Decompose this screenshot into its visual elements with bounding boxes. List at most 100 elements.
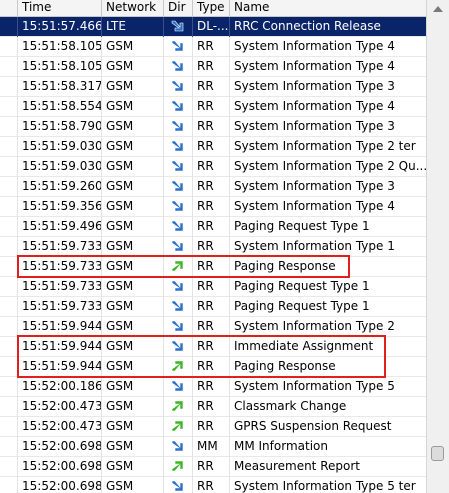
table-row[interactable]: 15:51:59.030 GSM RR System Information Type… (0, 157, 426, 177)
cell-name: System Information Type 1 (234, 239, 395, 253)
cell-type: RR (193, 377, 230, 397)
table-row[interactable]: 15:51:58.317 GSM RR System Information Type… (0, 77, 426, 97)
scroll-up-arrow-icon[interactable] (432, 4, 444, 14)
downlink-arrow-icon (171, 340, 184, 351)
table-row[interactable]: 15:51:59.733 GSM RR System Information Type… (0, 237, 426, 257)
cell-time: 15:51:59.030 (18, 157, 102, 177)
column-header-name[interactable]: Name (230, 0, 426, 16)
cell-network: GSM (102, 117, 164, 137)
cell-network: GSM (102, 277, 164, 297)
row-gutter (0, 297, 18, 317)
cell-name: Paging Response (234, 259, 336, 273)
table-row[interactable]: 15:51:59.030 GSM RR System Information Type… (0, 137, 426, 157)
column-header-type[interactable]: Type (193, 0, 230, 16)
table-row[interactable]: 15:52:00.186 GSM RR System Information Type… (0, 377, 426, 397)
cell-type: RR (193, 317, 230, 337)
table-row[interactable]: 15:51:59.944 GSM RR Immediate Assignment (0, 337, 426, 357)
table-row[interactable]: 15:51:58.554 GSM RR System Information Type… (0, 97, 426, 117)
cell-time: 15:51:59.944 (18, 357, 102, 377)
cell-dir (164, 77, 193, 97)
column-header-dir[interactable]: Dir (164, 0, 193, 16)
cell-name: Paging Response (234, 359, 336, 373)
row-gutter (0, 477, 18, 493)
cell-dir (164, 17, 193, 37)
cell-dir (164, 417, 193, 437)
table-row[interactable]: 15:51:59.733 GSM RR Paging Request Type 1 (0, 277, 426, 297)
cell-time: 15:51:59.733 (18, 297, 102, 317)
row-gutter (0, 37, 18, 57)
cell-name: Classmark Change (234, 399, 347, 413)
table-row[interactable]: 15:51:59.260 GSM RR System Information Type… (0, 177, 426, 197)
cell-time: 15:51:58.105 (18, 37, 102, 57)
table-row[interactable]: 15:51:58.790 GSM RR System Information Type… (0, 117, 426, 137)
row-gutter (0, 397, 18, 417)
cell-dir (164, 317, 193, 337)
cell-network: GSM (102, 257, 164, 277)
downlink-arrow-icon (171, 60, 184, 71)
cell-name: System Information Type 3 (234, 119, 395, 133)
table-row[interactable]: 15:51:57.466 LTE DL-... RRC Connection Rele… (0, 17, 426, 37)
cell-type: RR (193, 197, 230, 217)
cell-type: RR (193, 37, 230, 57)
row-gutter (0, 197, 18, 217)
cell-time: 15:52:00.698 (18, 437, 102, 457)
cell-network: GSM (102, 177, 164, 197)
cell-type: RR (193, 277, 230, 297)
cell-time: 15:51:58.790 (18, 117, 102, 137)
cell-name: System Information Type 4 (234, 99, 395, 113)
cell-name: Paging Request Type 1 (234, 219, 370, 233)
cell-name: System Information Type 2 ter (234, 139, 416, 153)
downlink-arrow-icon (171, 220, 184, 231)
table-row[interactable]: 15:51:59.944 GSM RR System Information Type… (0, 317, 426, 337)
cell-time: 15:51:58.317 (18, 77, 102, 97)
cell-time: 15:52:00.473 (18, 417, 102, 437)
cell-network: GSM (102, 437, 164, 457)
column-header-time[interactable]: Time (18, 0, 102, 16)
downlink-arrow-icon (171, 440, 184, 451)
cell-type: RR (193, 57, 230, 77)
cell-time: 15:51:59.733 (18, 257, 102, 277)
cell-name: System Information Type 2 (234, 319, 395, 333)
downlink-arrow-icon (171, 240, 184, 251)
cell-network: GSM (102, 297, 164, 317)
table-row[interactable]: 15:51:59.733 GSM RR Paging Request Type 1 (0, 297, 426, 317)
table-row[interactable]: 15:52:00.698 GSM RR System Information Type… (0, 477, 426, 493)
cell-time: 15:51:59.356 (18, 197, 102, 217)
cell-time: 15:52:00.186 (18, 377, 102, 397)
row-gutter (0, 157, 18, 177)
vertical-scrollbar[interactable] (426, 0, 449, 493)
cell-type: RR (193, 257, 230, 277)
cell-type: RR (193, 337, 230, 357)
table-row[interactable]: 15:52:00.473 GSM RR Classmark Change (0, 397, 426, 417)
cell-type: RR (193, 177, 230, 197)
table-row[interactable]: 15:51:58.105 GSM RR System Information Type… (0, 57, 426, 77)
table-row[interactable]: 15:51:59.733 GSM RR Paging Response (0, 257, 426, 277)
table-row[interactable]: 15:52:00.698 GSM RR Measurement Report (0, 457, 426, 477)
cell-network: GSM (102, 317, 164, 337)
cell-dir (164, 137, 193, 157)
downlink-arrow-icon (171, 100, 184, 111)
cell-name: Measurement Report (234, 459, 360, 473)
downlink-arrow-icon (171, 20, 184, 31)
cell-name: System Information Type 3 (234, 79, 395, 93)
table-row[interactable]: 15:51:59.496 GSM RR Paging Request Type 1 (0, 217, 426, 237)
downlink-arrow-icon (171, 200, 184, 211)
table-row[interactable]: 15:52:00.698 GSM MM MM Information (0, 437, 426, 457)
table-row[interactable]: 15:52:00.473 GSM RR GPRS Suspension Request (0, 417, 426, 437)
table-row[interactable]: 15:51:59.356 GSM RR System Information Type… (0, 197, 426, 217)
cell-dir (164, 457, 193, 477)
cell-time: 15:51:58.105 (18, 57, 102, 77)
cell-time: 15:51:59.496 (18, 217, 102, 237)
cell-network: GSM (102, 397, 164, 417)
table-row[interactable]: 15:51:59.944 GSM RR Paging Response (0, 357, 426, 377)
table-row[interactable]: 15:51:58.105 GSM RR System Information Type… (0, 37, 426, 57)
cell-time: 15:51:59.030 (18, 137, 102, 157)
scrollbar-track[interactable] (427, 18, 449, 488)
scrollbar-thumb[interactable] (431, 446, 444, 461)
cell-type: RR (193, 457, 230, 477)
cell-dir (164, 217, 193, 237)
cell-type: MM (193, 437, 230, 457)
column-header-network[interactable]: Network (102, 0, 164, 16)
row-gutter (0, 457, 18, 477)
cell-time: 15:52:00.698 (18, 457, 102, 477)
